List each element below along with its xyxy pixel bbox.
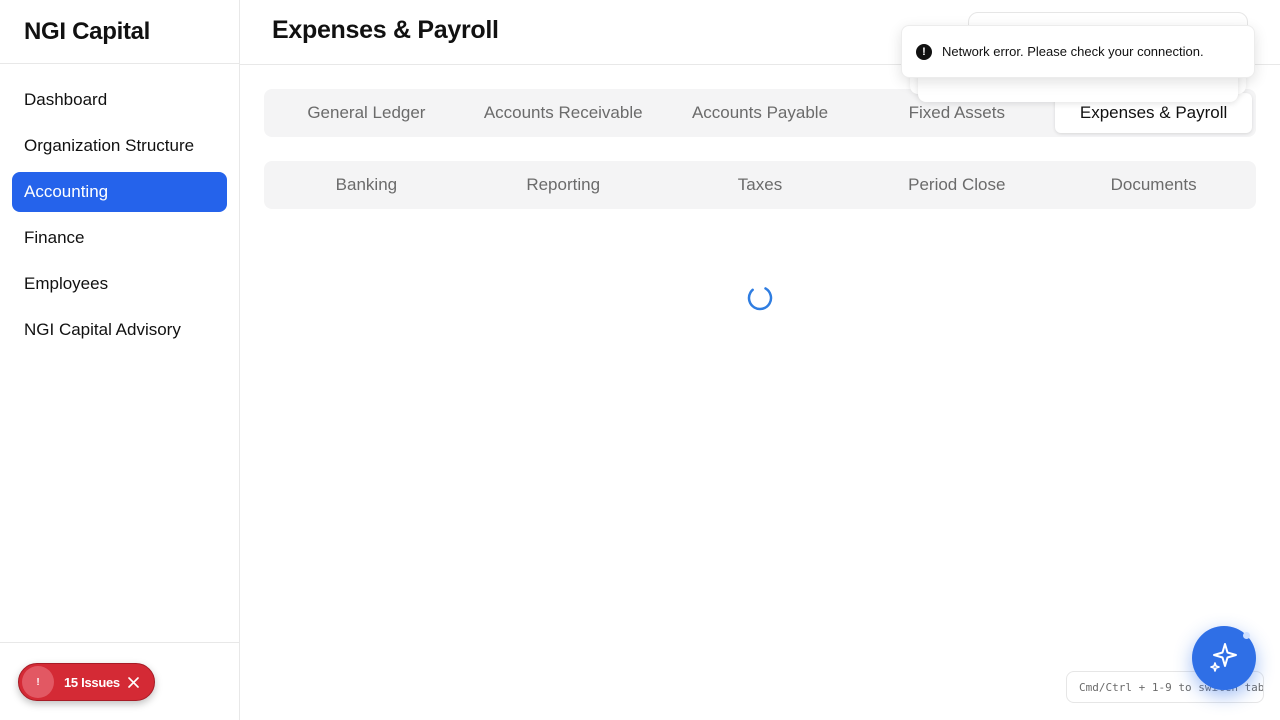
- sidebar-item-finance[interactable]: Finance: [12, 218, 227, 258]
- issues-badge[interactable]: ! 15 Issues: [18, 663, 155, 701]
- sidebar-item-employees[interactable]: Employees: [12, 264, 227, 304]
- close-icon[interactable]: [127, 675, 141, 689]
- notification-dot: [1243, 632, 1250, 639]
- page-title: Expenses & Payroll: [272, 16, 499, 44]
- error-toast[interactable]: ! Network error. Please check your conne…: [901, 25, 1255, 78]
- brand-logo[interactable]: NGI Capital: [0, 0, 239, 64]
- tab-accounts-receivable[interactable]: Accounts Receivable: [465, 93, 662, 133]
- sidebar: NGI Capital Dashboard Organization Struc…: [0, 0, 240, 720]
- tab-taxes[interactable]: Taxes: [662, 165, 859, 205]
- sidebar-item-organization-structure[interactable]: Organization Structure: [12, 126, 227, 166]
- tab-general-ledger[interactable]: General Ledger: [268, 93, 465, 133]
- tab-accounts-payable[interactable]: Accounts Payable: [662, 93, 859, 133]
- sidebar-item-dashboard[interactable]: Dashboard: [12, 80, 227, 120]
- toast-message: Network error. Please check your connect…: [942, 44, 1204, 59]
- sidebar-item-accounting[interactable]: Accounting: [12, 172, 227, 212]
- exclamation-icon: !: [916, 43, 932, 60]
- sidebar-nav: Dashboard Organization Structure Account…: [0, 64, 239, 350]
- tab-documents[interactable]: Documents: [1055, 165, 1252, 205]
- tab-period-close[interactable]: Period Close: [858, 165, 1055, 205]
- spinner-icon: [747, 285, 773, 311]
- ai-assistant-button[interactable]: [1192, 626, 1256, 690]
- sidebar-item-ngi-capital-advisory[interactable]: NGI Capital Advisory: [12, 310, 227, 350]
- issues-count-label: 15 Issues: [64, 674, 120, 690]
- secondary-tabs: Banking Reporting Taxes Period Close Doc…: [264, 161, 1256, 209]
- tab-reporting[interactable]: Reporting: [465, 165, 662, 205]
- issues-alert-icon: !: [22, 666, 54, 698]
- tab-banking[interactable]: Banking: [268, 165, 465, 205]
- sparkles-icon: [1207, 639, 1241, 678]
